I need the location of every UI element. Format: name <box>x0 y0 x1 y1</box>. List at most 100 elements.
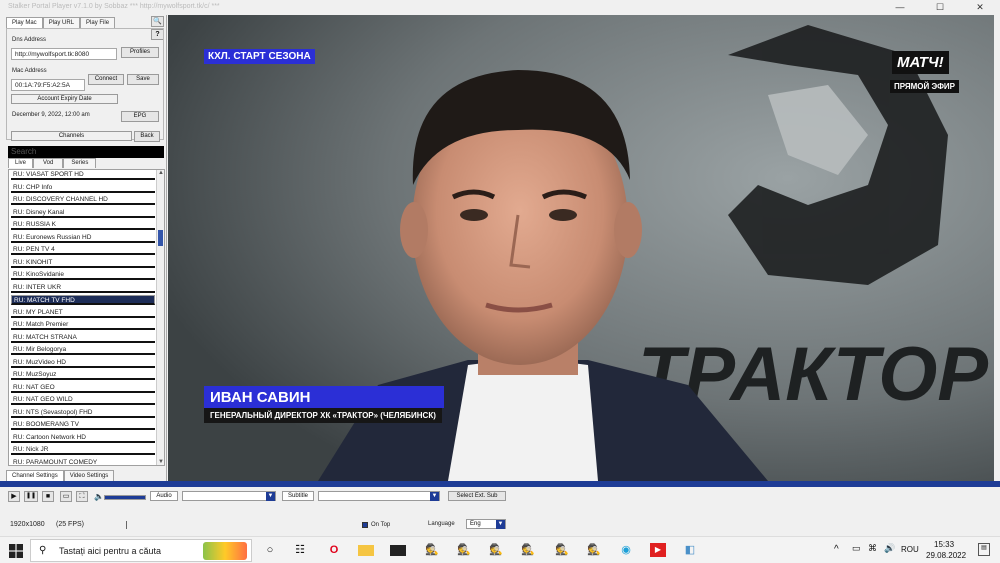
widgets-icon[interactable]: ☷ <box>292 543 308 557</box>
channel-item[interactable]: RU: MATCH TV FHD <box>11 295 155 305</box>
channel-item[interactable]: RU: KINOHIT <box>11 258 155 268</box>
app-icon[interactable]: ◧ <box>682 543 698 557</box>
channel-list-scrollbar[interactable]: ▲ ▼ <box>156 170 164 465</box>
task-view-icon[interactable]: ○ <box>262 543 278 557</box>
channel-item[interactable]: RU: DISCOVERY CHANNEL HD <box>11 195 155 205</box>
maximize-button[interactable]: ☐ <box>920 0 960 15</box>
channel-item[interactable]: RU: NAT GEO <box>11 383 155 393</box>
clock-time[interactable]: 15:33 <box>934 540 954 549</box>
connect-button[interactable]: Connect <box>88 74 124 85</box>
tab-channel-settings[interactable]: Channel Settings <box>6 470 64 481</box>
channel-item[interactable]: RU: NAT GEO WILD <box>11 395 155 405</box>
spy-app-icon[interactable]: 🕵 <box>424 543 440 557</box>
globe-app-icon[interactable]: ◉ <box>618 543 634 557</box>
mac-address-field[interactable]: 00:1A:79:F5:A2:5A <box>11 79 85 91</box>
clock-date[interactable]: 29.08.2022 <box>926 551 966 560</box>
volume-icon[interactable]: 🔊 <box>884 543 895 554</box>
video-area[interactable]: ТРАКТОР КХЛ. СТАРТ СЕЗОНА МАТЧ! ПРЯМОЙ Э… <box>168 15 994 481</box>
windows-start-icon[interactable] <box>8 544 24 558</box>
scroll-up-arrow[interactable]: ▲ <box>157 170 164 178</box>
live-badge: ПРЯМОЙ ЭФИР <box>890 80 959 93</box>
language-select[interactable]: Eng ▼ <box>466 519 506 529</box>
chevron-down-icon[interactable]: ▼ <box>266 492 275 501</box>
settings-tabs: Channel Settings Video Settings <box>6 470 115 481</box>
channel-item[interactable]: RU: Nick JR <box>11 445 155 455</box>
battery-icon[interactable]: ▭ <box>852 543 861 554</box>
spy-app-icon[interactable]: 🕵 <box>488 543 504 557</box>
tab-play-file[interactable]: Play File <box>80 17 116 28</box>
terminal-icon[interactable] <box>390 545 406 556</box>
top-caption: КХЛ. СТАРТ СЕЗОНА <box>204 49 315 64</box>
close-button[interactable]: ✕ <box>960 0 1000 15</box>
opera-icon[interactable]: O <box>326 543 342 557</box>
media-player-icon[interactable]: ▶ <box>650 543 666 557</box>
channel-item[interactable]: RU: NTS (Sevastopol) FHD <box>11 408 155 418</box>
stop-icon[interactable]: ■ <box>42 491 54 502</box>
screen-icon[interactable]: ▭ <box>60 491 72 502</box>
seek-bar[interactable] <box>0 481 1000 487</box>
channel-item[interactable]: RU: CHP Info <box>11 183 155 193</box>
subtitle-select[interactable]: ▼ <box>318 491 440 501</box>
portal-url-field[interactable]: http://mywolfsport.tk:8080 <box>11 48 117 60</box>
scroll-thumb[interactable] <box>158 230 163 246</box>
spy-app-icon[interactable]: 🕵 <box>520 543 536 557</box>
channel-item[interactable]: RU: MATCH STRANA <box>11 333 155 343</box>
taskbar-search[interactable]: ⚲ Tastați aici pentru a căuta <box>30 539 252 562</box>
chevron-down-icon[interactable]: ▼ <box>430 492 439 501</box>
volume-slider[interactable] <box>104 495 146 500</box>
volume-icon[interactable]: 🔈 <box>94 492 104 501</box>
spy-app-icon[interactable]: 🕵 <box>554 543 570 557</box>
channel-item[interactable]: RU: Match Premier <box>11 320 155 330</box>
taskbar: ⚲ Tastați aici pentru a căuta ○ ☷ O 🕵 🕵 … <box>0 536 1000 563</box>
back-button[interactable]: Back <box>134 131 160 142</box>
channel-item[interactable]: RU: MY PLANET <box>11 308 155 318</box>
language-indicator[interactable]: ROU <box>901 545 919 554</box>
channel-item[interactable]: RU: INTER UKR <box>11 283 155 293</box>
channel-logo: МАТЧ! <box>892 51 949 74</box>
profiles-button[interactable]: Profiles <box>121 47 159 58</box>
notification-icon[interactable]: ▤ <box>978 543 990 556</box>
subtitle-label: Subtitle <box>282 491 314 501</box>
chevron-down-icon[interactable]: ▼ <box>496 520 505 529</box>
tab-video-settings[interactable]: Video Settings <box>63 470 115 481</box>
channel-item[interactable]: RU: PEN TV 4 <box>11 245 155 255</box>
select-ext-sub-button[interactable]: Select Ext. Sub <box>448 491 506 501</box>
channel-list[interactable]: RU: VIASAT SPORT HD RU: CHP Info RU: DISCO… <box>8 169 165 466</box>
on-top-checkbox[interactable] <box>362 522 368 528</box>
tab-vod[interactable]: Vod <box>33 158 64 168</box>
channels-label: Channels <box>11 131 132 141</box>
channel-item[interactable]: RU: Cartoon Network HD <box>11 433 155 443</box>
show-hidden-icons[interactable]: ^ <box>834 544 839 555</box>
spy-app-icon[interactable]: 🕵 <box>456 543 472 557</box>
channel-item[interactable]: RU: PARAMOUNT COMEDY <box>11 458 155 466</box>
tab-series[interactable]: Series <box>63 158 97 168</box>
epg-button[interactable]: EPG <box>121 111 159 122</box>
spy-app-icon[interactable]: 🕵 <box>586 543 602 557</box>
volume-fill <box>105 496 145 499</box>
fullscreen-icon[interactable]: ⛶ <box>76 491 88 502</box>
tab-live[interactable]: Live <box>8 158 34 168</box>
search-icon[interactable]: 🔍 <box>151 16 164 27</box>
channel-item[interactable]: RU: Disney Kanal <box>11 208 155 218</box>
minimize-button[interactable]: — <box>880 0 920 15</box>
network-icon[interactable]: ⌘ <box>868 543 877 554</box>
channel-item[interactable]: RU: RUSSIA K <box>11 220 155 230</box>
channel-item[interactable]: RU: Euronews Russian HD <box>11 233 155 243</box>
language-value: Eng <box>470 521 481 527</box>
channel-item[interactable]: RU: KinoSvidanie <box>11 270 155 280</box>
player-window: Stalker Portal Player v7.1.0 by Sobbaz *… <box>0 0 1000 536</box>
play-icon[interactable]: ▶ <box>8 491 20 502</box>
save-button[interactable]: Save <box>127 74 159 85</box>
audio-select[interactable]: ▼ <box>182 491 276 501</box>
tab-play-mac[interactable]: Play Mac <box>6 17 43 28</box>
file-explorer-icon[interactable] <box>358 545 374 556</box>
channel-item[interactable]: RU: MuzVideo HD <box>11 358 155 368</box>
pause-icon[interactable]: ❚❚ <box>24 491 38 502</box>
tab-play-url[interactable]: Play URL <box>42 17 81 28</box>
channel-item[interactable]: RU: VIASAT SPORT HD <box>11 170 155 180</box>
channel-item[interactable]: RU: Mir Belogorya <box>11 345 155 355</box>
scroll-down-arrow[interactable]: ▼ <box>157 459 164 465</box>
channel-item[interactable]: RU: BOOMERANG TV <box>11 420 155 430</box>
channel-item[interactable]: RU: MuzSoyuz <box>11 370 155 380</box>
search-input[interactable]: Search <box>8 146 164 158</box>
